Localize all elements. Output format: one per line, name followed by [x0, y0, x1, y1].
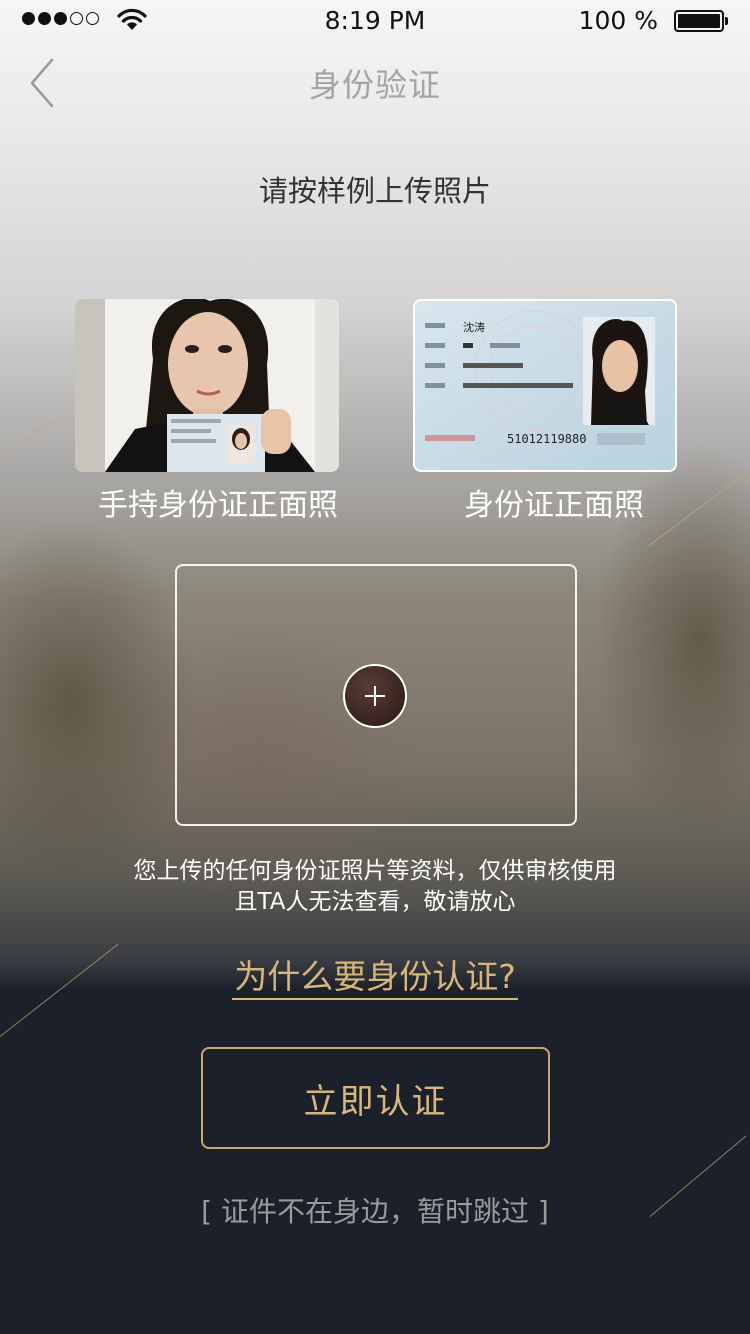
sample-id-card-front-photo: 沈涛 51012119880: [413, 299, 677, 472]
battery-level-fill: [678, 14, 720, 28]
skip-link[interactable]: [ 证件不在身边，暂时跳过 ]: [0, 1190, 750, 1230]
card-number-text: 51012119880: [507, 432, 586, 446]
why-verify-container: 为什么要身份认证?: [0, 950, 750, 1000]
upload-instruction: 请按样例上传照片: [258, 174, 491, 208]
card-name-text: 沈涛: [463, 320, 485, 334]
sample-id-front-label: 身份证正面照: [464, 488, 644, 523]
page-title: 身份验证: [308, 66, 441, 104]
privacy-notice: 您上传的任何身份证照片等资料，仅供审核使用 且TA人无法查看，敬请放心: [0, 856, 750, 918]
battery-icon: [674, 10, 728, 32]
privacy-notice-line: 且TA人无法查看，敬请放心: [234, 889, 516, 915]
verify-now-button[interactable]: 立即认证: [201, 1047, 550, 1149]
sample-handheld-id-photo: [75, 299, 339, 472]
id-card-front-photo: 沈涛 51012119880: [415, 301, 675, 470]
sample-handheld-label: 手持身份证正面照: [98, 488, 338, 523]
privacy-notice-line: 您上传的任何身份证照片等资料，仅供审核使用: [133, 858, 617, 884]
battery-percentage: 100 %: [578, 6, 658, 35]
handheld-id-photo: [75, 299, 339, 472]
plus-icon[interactable]: [343, 664, 407, 728]
status-bar: 8:19 PM 100 %: [0, 0, 750, 40]
why-verify-link[interactable]: 为什么要身份认证?: [232, 957, 518, 1000]
